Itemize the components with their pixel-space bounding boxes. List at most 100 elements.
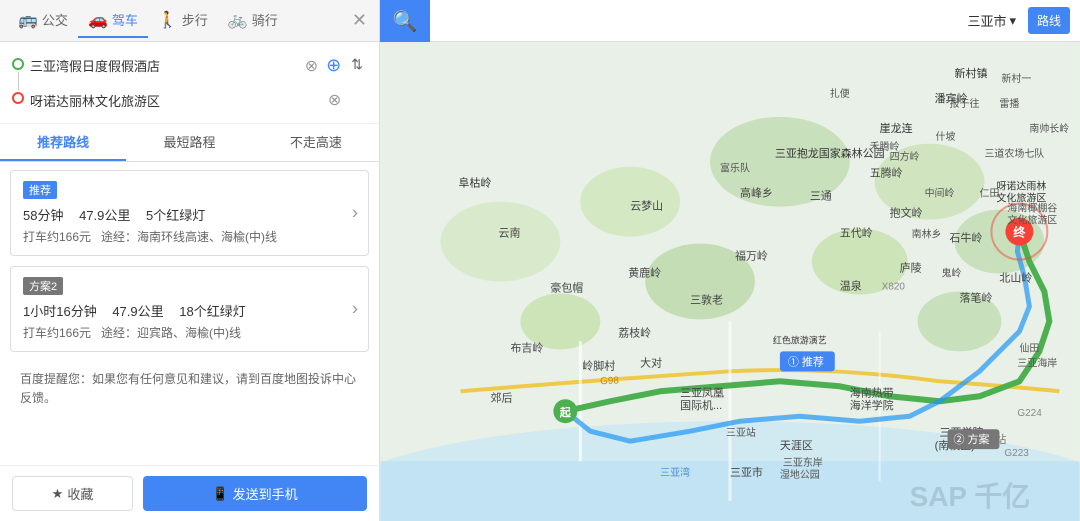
map-svg: 三亚抱龙国家森林公园 阜枯岭 新村镇 潘宾岭 崖龙连 云南 云梦山 高峰乡 豪包…: [380, 42, 1080, 521]
svg-text:温泉: 温泉: [840, 278, 862, 292]
collect-button[interactable]: ★ 收藏: [12, 476, 133, 511]
send-label: 发送到手机: [233, 484, 298, 503]
svg-text:禾腾岭: 禾腾岭: [870, 140, 900, 153]
svg-text:报于往: 报于往: [950, 97, 980, 110]
tab-recommend[interactable]: 推荐路线: [0, 124, 126, 161]
tab-bus[interactable]: 🚌 公交: [8, 4, 78, 38]
route-card-2[interactable]: 方案2 1小时16分钟 47.9公里 18个红绿灯 打车约166元 途经：迎宾路…: [10, 266, 369, 352]
svg-text:落笔岭: 落笔岭: [960, 290, 993, 304]
svg-text:天涯区: 天涯区: [780, 438, 813, 452]
svg-text:中间岭: 中间岭: [925, 187, 955, 200]
svg-text:终: 终: [1013, 225, 1026, 240]
route-card-1[interactable]: 推荐 58分钟 47.9公里 5个红绿灯 打车约166元 途经：海南环线高速、海…: [10, 170, 369, 256]
tab-no-highway[interactable]: 不走高速: [253, 124, 379, 161]
svg-text:① 推荐: ① 推荐: [788, 354, 824, 368]
bus-icon: 🚌: [18, 10, 38, 30]
walk-icon: 🚶: [158, 10, 178, 30]
svg-text:富乐队: 富乐队: [720, 162, 750, 175]
svg-text:云梦山: 云梦山: [630, 200, 663, 213]
map-search-button[interactable]: 🔍: [380, 0, 430, 42]
tab-cycle[interactable]: 🚲 骑行: [218, 4, 288, 38]
route-view-button[interactable]: 路线: [1028, 7, 1070, 34]
transport-tabs: 🚌 公交 🚗 驾车 🚶 步行 🚲 骑行 ✕: [0, 0, 379, 42]
tab-shortest[interactable]: 最短路程: [126, 124, 252, 161]
svg-text:雷播: 雷播: [999, 97, 1019, 110]
svg-text:大对: 大对: [640, 355, 662, 369]
svg-text:岭脚村: 岭脚村: [582, 358, 615, 372]
svg-text:高峰乡: 高峰乡: [740, 186, 773, 200]
end-dot: [12, 92, 24, 104]
route-results: 推荐 58分钟 47.9公里 5个红绿灯 打车约166元 途经：海南环线高速、海…: [0, 162, 379, 465]
svg-text:海洋学院: 海洋学院: [850, 398, 894, 412]
svg-text:豪包帽: 豪包帽: [550, 280, 583, 294]
end-input[interactable]: [30, 93, 320, 108]
svg-text:② 方案: ② 方案: [954, 432, 990, 446]
svg-text:布吉岭: 布吉岭: [510, 340, 543, 354]
expand-route1[interactable]: ›: [352, 203, 358, 224]
svg-text:三亚海岸: 三亚海岸: [1017, 356, 1057, 369]
svg-text:呀诺达雨林: 呀诺达雨林: [996, 180, 1046, 193]
svg-text:阜枯岭: 阜枯岭: [459, 176, 492, 190]
svg-text:三道农场七队: 三道农场七队: [984, 147, 1044, 160]
route2-lights: 18个红绿灯: [179, 304, 245, 319]
waypoint-end-row: ⊗: [30, 85, 341, 115]
route-type-tabs: 推荐路线 最短路程 不走高速: [0, 124, 379, 162]
svg-text:五腾岭: 五腾岭: [870, 166, 903, 180]
location-text: 三亚市: [967, 11, 1006, 30]
svg-text:鬼岭: 鬼岭: [942, 267, 962, 280]
svg-text:红色旅游演艺: 红色旅游演艺: [773, 334, 827, 345]
route-detail-2: 打车约166元 途经：迎宾路、海楡(中)线: [23, 324, 356, 341]
map-container[interactable]: 🔍 三亚市 ▾ 路线: [380, 0, 1080, 521]
svg-text:石牛岭: 石牛岭: [950, 231, 983, 245]
waypoint-start-row: ⊗ ⊕: [30, 50, 341, 81]
svg-text:G98: G98: [600, 375, 620, 387]
send-button[interactable]: 📱 发送到手机: [143, 476, 367, 511]
svg-text:云南: 云南: [498, 227, 520, 240]
left-panel: 🚌 公交 🚗 驾车 🚶 步行 🚲 骑行 ✕: [0, 0, 380, 521]
route-badge-2: 方案2: [23, 277, 63, 295]
route-badge-1: 推荐: [23, 181, 57, 199]
map-toolbar: 🔍 三亚市 ▾ 路线: [380, 0, 1080, 42]
waypoints-section: ⊗ ⊕ ⊗ ⇅: [0, 42, 379, 124]
svg-text:湿地公园: 湿地公园: [780, 468, 820, 481]
svg-text:荔枝岭: 荔枝岭: [618, 325, 651, 339]
svg-text:郊后: 郊后: [491, 391, 513, 404]
svg-text:G223: G223: [1004, 448, 1029, 459]
svg-text:三亚东岸: 三亚东岸: [783, 456, 823, 469]
svg-text:福万岭: 福万岭: [735, 249, 768, 263]
tab-walk[interactable]: 🚶 步行: [148, 4, 218, 38]
tab-cycle-label: 骑行: [252, 10, 278, 29]
svg-text:新村镇: 新村镇: [955, 66, 988, 80]
feedback-text: 百度提醒您：如果您有任何意见和建议，请到百度地图投诉中心反馈。: [10, 362, 369, 416]
star-icon: ★: [52, 486, 64, 502]
svg-text:G224: G224: [1017, 408, 1042, 419]
search-icon: 🔍: [393, 9, 418, 34]
svg-text:黄鹿岭: 黄鹿岭: [628, 266, 661, 280]
route1-distance: 47.9公里: [79, 208, 130, 223]
clear-end-button[interactable]: ⊗: [328, 90, 341, 110]
route2-taxi: 打车约166元: [23, 326, 91, 340]
svg-text:庐陵: 庐陵: [900, 261, 922, 275]
svg-text:南林乡: 南林乡: [912, 228, 942, 241]
svg-text:X820: X820: [882, 281, 906, 292]
clear-start-button[interactable]: ⊗: [305, 56, 318, 76]
expand-route2[interactable]: ›: [352, 299, 358, 320]
svg-text:三亚凤凰: 三亚凤凰: [680, 386, 724, 399]
add-waypoint-button[interactable]: ⊕: [326, 55, 341, 76]
tab-drive[interactable]: 🚗 驾车: [78, 4, 148, 38]
svg-text:抱文岭: 抱文岭: [890, 206, 923, 220]
close-button[interactable]: ✕: [348, 6, 371, 35]
svg-text:国际机...: 国际机...: [680, 398, 722, 412]
map-location: 三亚市 ▾: [967, 11, 1016, 30]
swap-button[interactable]: ⇅: [347, 54, 367, 75]
tab-walk-label: 步行: [182, 10, 208, 29]
svg-text:三亚抱龙国家森林公园: 三亚抱龙国家森林公园: [775, 146, 885, 160]
svg-text:站: 站: [995, 432, 1006, 446]
svg-text:南帅长岭: 南帅长岭: [1029, 122, 1069, 135]
start-input[interactable]: [30, 58, 297, 73]
tab-drive-label: 驾车: [112, 10, 138, 29]
route2-time: 1小时16分钟: [23, 304, 97, 319]
svg-text:五代岭: 五代岭: [840, 226, 873, 240]
route1-taxi: 打车约166元: [23, 230, 91, 244]
svg-text:海南椰棚谷: 海南椰棚谷: [1007, 202, 1057, 215]
